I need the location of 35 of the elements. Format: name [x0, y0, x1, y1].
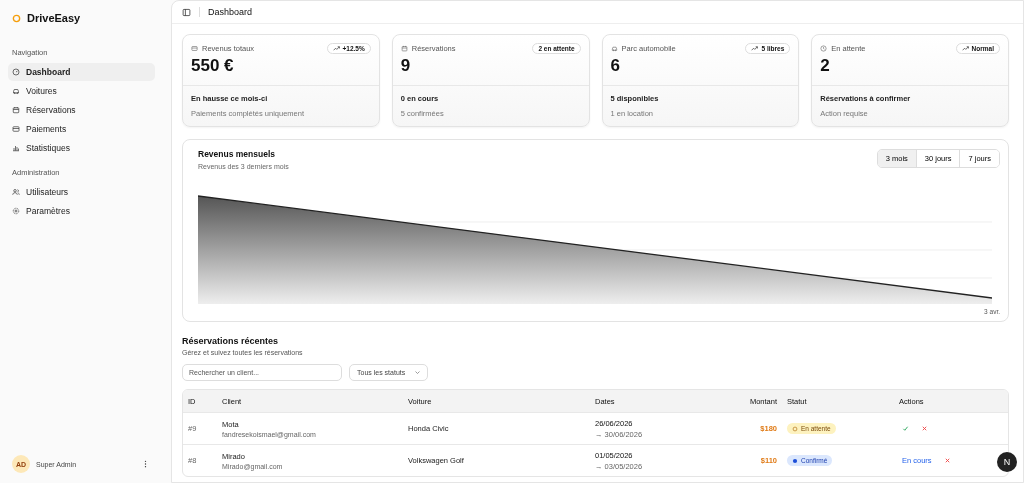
stat-value: 2	[820, 56, 831, 76]
nav-item[interactable]: Paiements	[8, 120, 155, 138]
sidebar-toggle-icon[interactable]	[182, 7, 191, 17]
close-icon[interactable]	[943, 457, 951, 464]
stat-value: 550 €	[191, 56, 235, 76]
nav-item[interactable]: Paramètres	[8, 202, 155, 220]
settings-icon	[12, 207, 20, 215]
bar-chart-icon	[12, 144, 20, 152]
clock-icon	[820, 45, 828, 52]
chart-title: Revenus mensuels	[198, 149, 276, 159]
trend-up-icon	[332, 46, 340, 51]
more-icon[interactable]	[144, 460, 147, 468]
stat-value: 6	[610, 56, 621, 76]
trend-up-icon	[961, 46, 969, 51]
section-title: Réservations récentes	[182, 336, 280, 346]
logo-icon	[12, 13, 21, 23]
nav-item[interactable]: Utilisateurs	[8, 183, 155, 201]
card-icon	[191, 45, 198, 52]
nav-item[interactable]: Statistiques	[8, 139, 155, 157]
calendar-icon	[400, 45, 408, 52]
card-icon	[12, 125, 20, 133]
calendar-icon	[12, 106, 20, 114]
trend-up-icon	[751, 46, 759, 51]
dev-badge[interactable]: N	[997, 452, 1017, 472]
stat-value: 9	[400, 56, 412, 76]
nav-item[interactable]: Dashboard	[8, 63, 155, 81]
dashboard-icon	[12, 68, 20, 76]
brand-name: DriveEasy	[27, 12, 81, 24]
nav-item[interactable]: Réservations	[8, 101, 155, 119]
chevron-down-icon	[415, 371, 421, 374]
close-icon[interactable]	[921, 425, 928, 432]
users-icon	[12, 188, 20, 196]
check-icon[interactable]	[902, 425, 909, 432]
nav-item[interactable]: Voitures	[8, 82, 155, 100]
page-title: Dashboard	[208, 7, 253, 17]
